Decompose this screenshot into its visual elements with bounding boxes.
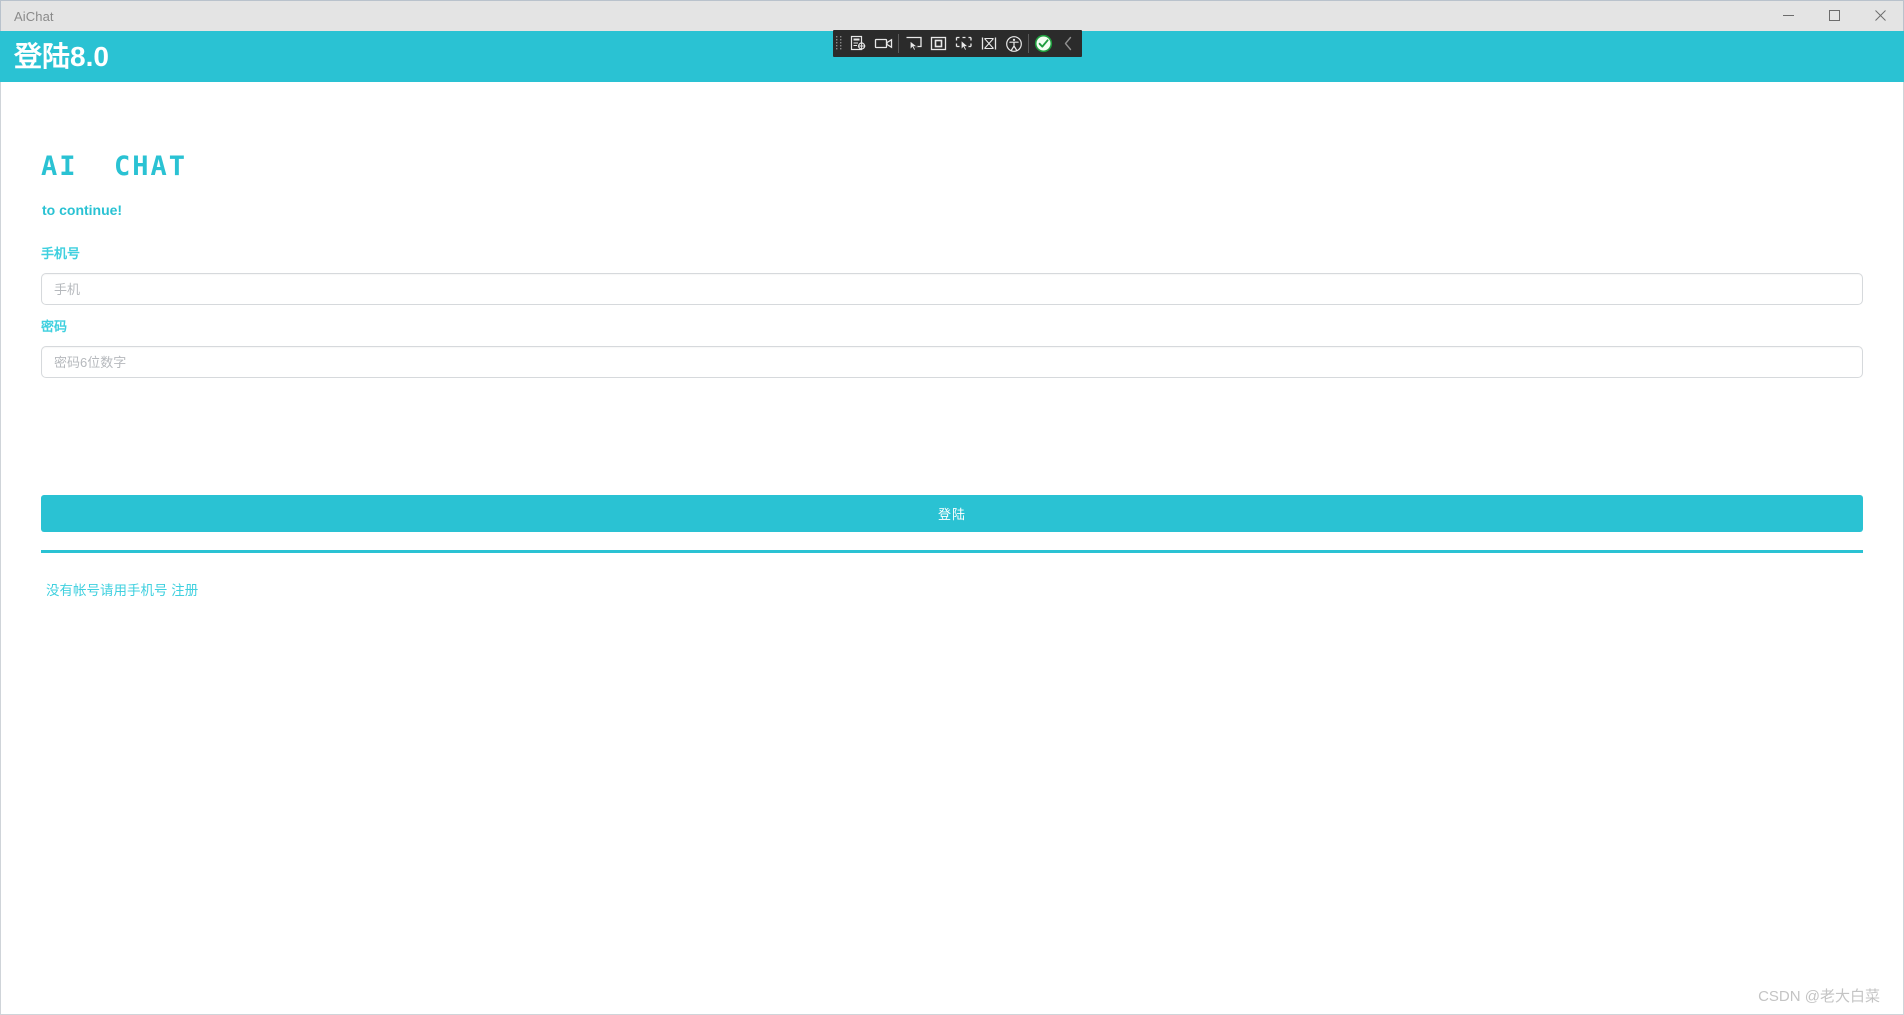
record-video-button[interactable] [871, 31, 896, 56]
password-label: 密码 [41, 319, 68, 334]
collapse-toolbar-button[interactable] [1056, 31, 1081, 56]
green-check-circle-icon [1034, 34, 1053, 53]
grip-dots-icon [836, 36, 842, 50]
register-prompt-text: 没有帐号请用手机号 [46, 583, 172, 598]
login-page: AI CHAT to continue! 手机号 密码 登陆 没有帐号请用手机号… [0, 82, 1904, 1015]
brand-title: AI CHAT [41, 151, 188, 182]
highlight-overlap-button[interactable] [976, 31, 1001, 56]
window-controls [1765, 1, 1903, 32]
validate-status-button[interactable] [1031, 31, 1056, 56]
register-prompt: 没有帐号请用手机号 注册 [46, 579, 198, 599]
app-window: AiChat 登陆8.0 AI CHAT to continue! 手机号 手机… [0, 0, 1904, 1015]
window-title: AiChat [14, 8, 54, 24]
video-camera-icon [874, 38, 893, 49]
maximize-button[interactable] [1811, 1, 1857, 31]
square-region-icon [930, 36, 947, 51]
window-titlebar: AiChat [0, 0, 1904, 31]
password-input[interactable] [41, 346, 1863, 378]
close-icon [1874, 10, 1886, 21]
automation-toolbar[interactable] [833, 30, 1082, 57]
close-button[interactable] [1857, 1, 1903, 31]
login-button[interactable]: 登陆 [41, 495, 1863, 532]
maximize-icon [1828, 10, 1840, 21]
register-link[interactable]: 注册 [171, 583, 198, 598]
drag-grip[interactable] [834, 35, 845, 53]
accessibility-button[interactable] [1001, 31, 1026, 56]
chevron-left-icon [1064, 36, 1072, 51]
toolbar-separator-1 [898, 34, 899, 53]
minimize-icon [1782, 15, 1794, 16]
phone-label: 手机号 [41, 246, 81, 261]
overlap-shapes-icon [981, 37, 996, 50]
section-divider [41, 550, 1863, 553]
document-target-icon [850, 35, 866, 51]
phone-input[interactable] [41, 273, 1863, 305]
page-subtitle: to continue! [42, 202, 123, 218]
minimize-button[interactable] [1765, 1, 1811, 31]
toolbar-separator-2 [1028, 34, 1029, 53]
watermark: CSDN @老大白菜 [1758, 988, 1880, 1005]
element-picker-button[interactable] [951, 31, 976, 56]
app-header-title: 登陆8.0 [14, 40, 109, 72]
accessibility-person-icon [1005, 35, 1022, 52]
cursor-select-icon [906, 36, 922, 51]
select-region-button[interactable] [926, 31, 951, 56]
element-picker-icon [955, 36, 972, 51]
inspect-element-button[interactable] [846, 31, 871, 56]
select-cursor-button[interactable] [901, 31, 926, 56]
